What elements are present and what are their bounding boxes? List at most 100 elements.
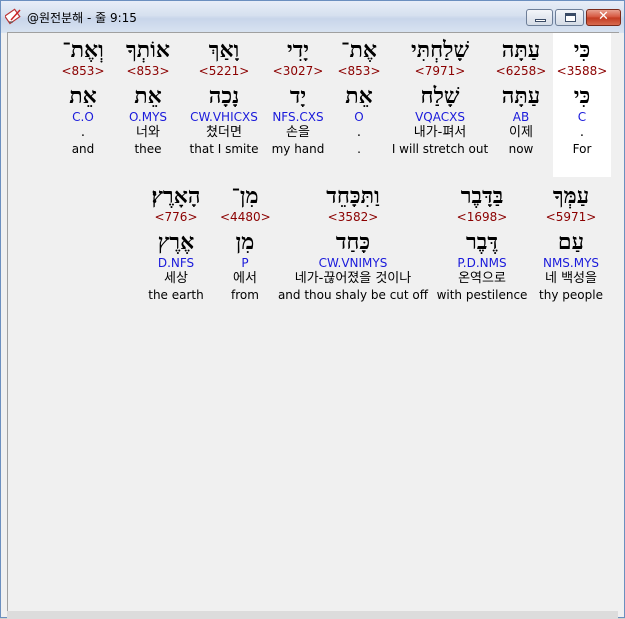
- hebrew-word: מִן־: [231, 183, 259, 209]
- morphology: AB: [512, 110, 530, 124]
- morphology: P: [241, 256, 249, 270]
- korean-gloss: .: [356, 125, 362, 140]
- morphology: P.D.NMS: [457, 256, 507, 270]
- maximize-button[interactable]: [555, 9, 584, 26]
- strong-number: <853>: [337, 64, 381, 78]
- lemma: שָׁלַח: [420, 83, 460, 109]
- strong-number: <5221>: [198, 64, 250, 78]
- korean-gloss: 에서: [233, 271, 257, 286]
- word-block[interactable]: בַּדָּבֶר <1698> דֶּבֶר P.D.NMS 온역으로 wit…: [434, 179, 530, 303]
- english-gloss: I will stretch out: [391, 142, 489, 156]
- morphology: CW.VHICXS: [190, 110, 258, 124]
- english-gloss: my hand: [271, 142, 325, 156]
- morphology: C.O: [72, 110, 94, 124]
- english-gloss: now: [508, 142, 534, 156]
- english-gloss: that I smite: [189, 142, 259, 156]
- hebrew-word: וַתִּכָּחֵד: [326, 183, 380, 209]
- strong-number: <1698>: [456, 210, 508, 224]
- minimize-icon: [535, 19, 546, 22]
- morphology: VQACXS: [415, 110, 465, 124]
- strong-number: <3027>: [272, 64, 324, 78]
- title-bar[interactable]: @원전분해 - 줄 9:15 ✕: [1, 1, 624, 33]
- lemma: עַתָּה: [501, 83, 541, 109]
- word-block[interactable]: וַתִּכָּחֵד <3582> כָּחַד CW.VNIMYS 네가-끊…: [276, 179, 430, 303]
- lemma: אֶרֶץ: [157, 229, 195, 255]
- strong-number: <5971>: [545, 210, 597, 224]
- hebrew-word: בַּדָּבֶר: [460, 183, 504, 209]
- korean-gloss: .: [579, 125, 585, 140]
- english-gloss: and thou shaly be cut off: [277, 288, 429, 302]
- lemma: אֵת: [345, 83, 373, 109]
- korean-gloss: 너와: [136, 125, 160, 140]
- morphology: CW.VNIMYS: [318, 256, 388, 270]
- korean-gloss: 쳤더면: [206, 125, 242, 140]
- close-button[interactable]: ✕: [586, 9, 621, 26]
- lemma: כִּי: [573, 83, 591, 109]
- lemma: מִן: [235, 229, 255, 255]
- lemma: אֵת: [134, 83, 162, 109]
- english-gloss: from: [231, 288, 259, 302]
- korean-gloss: 온역으로: [458, 271, 506, 286]
- korean-gloss: 네가-끊어졌을 것이나: [294, 271, 412, 286]
- hebrew-word: אוֹתְךָ: [126, 37, 170, 63]
- lemma: דֶּבֶר: [466, 229, 498, 255]
- strong-number: <3588>: [556, 64, 608, 78]
- word-block[interactable]: עַתָּה <6258> עַתָּה AB 이제 now: [488, 33, 554, 157]
- english-gloss: For: [572, 142, 592, 156]
- app-icon: [5, 8, 21, 25]
- strong-number: <776>: [154, 210, 198, 224]
- korean-gloss: 내가-펴서: [413, 125, 467, 140]
- word-block[interactable]: יָדִי <3027> יָד NFS.CXS 손을 my hand: [262, 33, 334, 157]
- minimize-button[interactable]: [526, 9, 553, 26]
- word-block[interactable]: אֶת־ <853> אֵת O . .: [330, 33, 388, 157]
- english-gloss: .: [357, 142, 361, 156]
- english-gloss: with pestilence: [436, 288, 528, 302]
- hebrew-word: הָאָרֶץ׃: [151, 183, 201, 209]
- morphology: C: [577, 110, 587, 124]
- strong-number: <3582>: [327, 210, 379, 224]
- hebrew-word: עַתָּה: [501, 37, 541, 63]
- hebrew-word: וְאֶת־: [62, 37, 104, 63]
- morphology: NFS.CXS: [272, 110, 324, 124]
- hebrew-word: כִּי: [573, 37, 591, 63]
- korean-gloss: 세상: [164, 271, 188, 286]
- word-block[interactable]: וָאַךְ <5221> נָכָה CW.VHICXS 쳤더면 that I…: [184, 33, 264, 157]
- morphology: O: [354, 110, 364, 124]
- lemma: יָד: [289, 83, 307, 109]
- morphology: D.NFS: [157, 256, 195, 270]
- strong-number: <853>: [126, 64, 170, 78]
- strong-number: <853>: [61, 64, 105, 78]
- hebrew-word: וָאַךְ: [208, 37, 240, 63]
- word-block[interactable]: אוֹתְךָ <853> אֵת O.MYS 너와 thee: [116, 33, 180, 157]
- korean-gloss: 이제: [509, 125, 533, 140]
- word-block[interactable]: כִּי <3588> כִּי C . For: [553, 33, 611, 177]
- word-block[interactable]: וְאֶת־ <853> אֵת C.O . and: [54, 33, 112, 157]
- korean-gloss: 손을: [286, 125, 310, 140]
- maximize-icon: [565, 13, 576, 22]
- english-gloss: the earth: [148, 288, 204, 302]
- strong-number: <4480>: [220, 210, 271, 224]
- hebrew-word: שָׁלַחְתִּי: [410, 37, 470, 63]
- lemma: עַם: [557, 229, 585, 255]
- lemma: נָכָה: [208, 83, 240, 109]
- word-block[interactable]: שָׁלַחְתִּי <7971> שָׁלַח VQACXS 내가-펴서 I…: [388, 33, 492, 157]
- morphology: NMS.MYS: [542, 256, 600, 270]
- korean-gloss: 네 백성을: [545, 271, 597, 286]
- lemma: אֵת: [69, 83, 97, 109]
- english-gloss: thee: [134, 142, 162, 156]
- word-block[interactable]: מִן־ <4480> מִן P 에서 from: [220, 179, 271, 303]
- strong-number: <7971>: [414, 64, 466, 78]
- word-block[interactable]: הָאָרֶץ׃ <776> אֶרֶץ D.NFS 세상 the earth: [142, 179, 210, 303]
- english-gloss: and: [71, 142, 95, 156]
- strong-number: <6258>: [495, 64, 547, 78]
- morphology: O.MYS: [128, 110, 168, 124]
- hebrew-word: אֶת־: [341, 37, 377, 63]
- app-window: @원전분해 - 줄 9:15 ✕ כִּי <3588> כִּי C . Fo…: [0, 0, 625, 619]
- hebrew-word: יָדִי: [286, 37, 310, 63]
- lemma: כָּחַד: [335, 229, 371, 255]
- close-icon: ✕: [598, 9, 609, 24]
- word-block[interactable]: עַמְּךָ <5971> עַם NMS.MYS 네 백성을 thy peo…: [536, 179, 606, 303]
- analysis-pane[interactable]: כִּי <3588> כִּי C . For עַתָּה <6258> ע…: [7, 32, 619, 612]
- hebrew-word: עַמְּךָ: [552, 183, 590, 209]
- korean-gloss: .: [80, 125, 86, 140]
